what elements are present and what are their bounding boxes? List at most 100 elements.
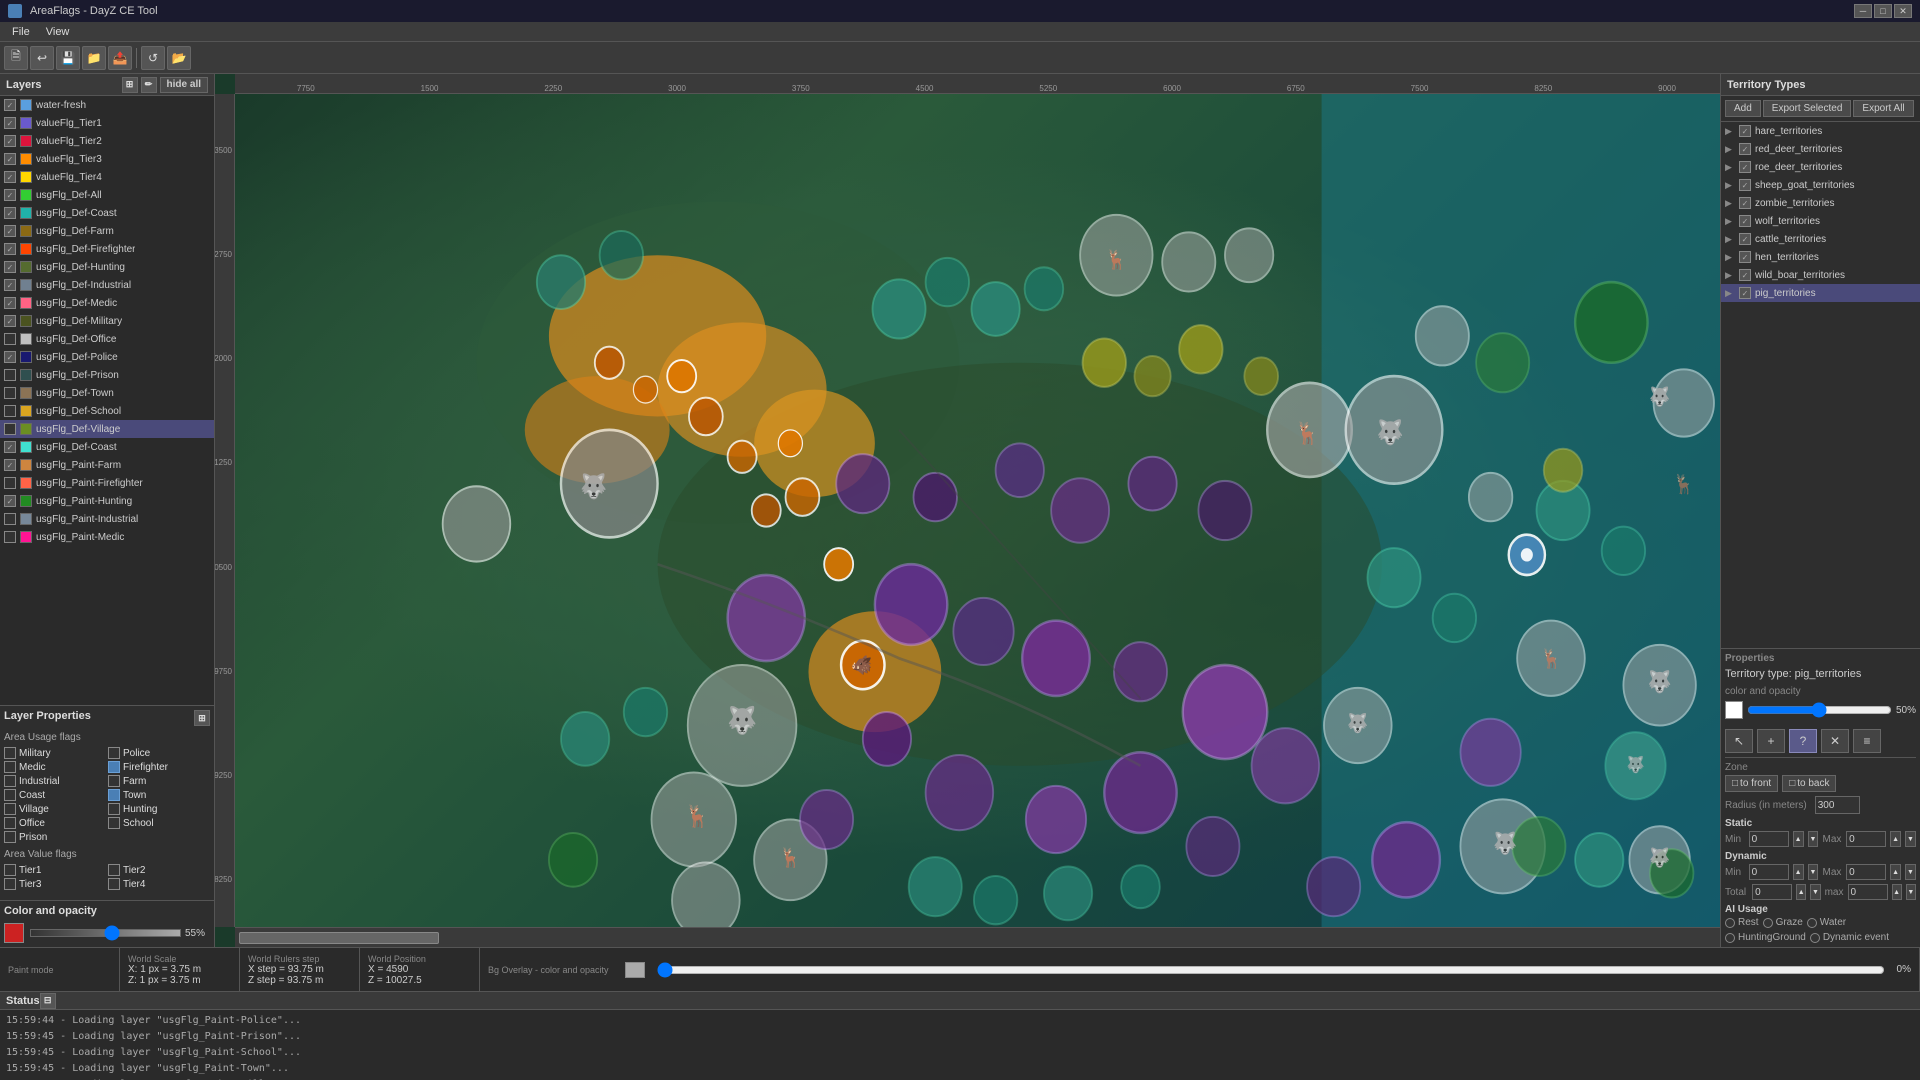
- minimize-button[interactable]: ─: [1854, 4, 1872, 18]
- territory-list-item[interactable]: ▶ wild_boar_territories: [1721, 266, 1920, 284]
- layer-item[interactable]: usgFlg_Paint-Firefighter: [0, 474, 214, 492]
- ai-hunting-radio[interactable]: [1725, 933, 1735, 943]
- flag-checkbox[interactable]: [4, 747, 16, 759]
- layer-item[interactable]: usgFlg_Paint-Medic: [0, 528, 214, 546]
- layer-item[interactable]: valueFlg_Tier3: [0, 150, 214, 168]
- menu-file[interactable]: File: [4, 24, 38, 40]
- layer-checkbox[interactable]: [4, 315, 16, 327]
- close-button[interactable]: ✕: [1894, 4, 1912, 18]
- layer-props-expand[interactable]: ⊞: [194, 710, 210, 726]
- toolbar-save[interactable]: 💾: [56, 46, 80, 70]
- delete-zone-button[interactable]: ✕: [1821, 729, 1849, 753]
- territory-list-item[interactable]: ▶ sheep_goat_territories: [1721, 176, 1920, 194]
- add-zone-button[interactable]: +: [1757, 729, 1785, 753]
- territory-list-item[interactable]: ▶ pig_territories: [1721, 284, 1920, 302]
- layer-item[interactable]: water-fresh: [0, 96, 214, 114]
- flag-item[interactable]: School: [108, 817, 210, 829]
- ai-water-radio[interactable]: [1807, 918, 1817, 928]
- dynamic-min-down[interactable]: ▼: [1808, 864, 1819, 880]
- toolbar-new[interactable]: 🗎: [4, 46, 28, 70]
- layer-item[interactable]: usgFlg_Def-Village: [0, 420, 214, 438]
- ai-dynamic-radio[interactable]: [1810, 933, 1820, 943]
- layer-item[interactable]: usgFlg_Paint-Hunting: [0, 492, 214, 510]
- layer-item[interactable]: valueFlg_Tier2: [0, 132, 214, 150]
- value-flag-item[interactable]: Tier4: [108, 878, 210, 890]
- layer-checkbox[interactable]: [4, 189, 16, 201]
- export-all-button[interactable]: Export All: [1853, 100, 1913, 117]
- flag-checkbox[interactable]: [108, 817, 120, 829]
- layer-checkbox[interactable]: [4, 153, 16, 165]
- ai-water-option[interactable]: Water: [1807, 917, 1846, 928]
- map-container[interactable]: 7750150022503000375045005250600067507500…: [215, 74, 1720, 947]
- layer-checkbox[interactable]: [4, 405, 16, 417]
- layer-checkbox[interactable]: [4, 459, 16, 471]
- static-min-down[interactable]: ▼: [1808, 831, 1819, 847]
- bg-opacity-slider[interactable]: [657, 962, 1885, 978]
- layer-checkbox[interactable]: [4, 99, 16, 111]
- ai-dynamic-option[interactable]: Dynamic event: [1810, 932, 1889, 943]
- status-expand[interactable]: ⊟: [40, 993, 56, 1009]
- layer-checkbox[interactable]: [4, 171, 16, 183]
- flag-item[interactable]: Industrial: [4, 775, 106, 787]
- static-min-up[interactable]: ▲: [1793, 831, 1804, 847]
- layer-checkbox[interactable]: [4, 333, 16, 345]
- territory-color-box[interactable]: [1725, 701, 1743, 719]
- color-swatch[interactable]: [4, 923, 24, 943]
- flag-item[interactable]: Prison: [4, 831, 106, 843]
- export-selected-button[interactable]: Export Selected: [1763, 100, 1852, 117]
- total-max-up[interactable]: ▲: [1892, 884, 1902, 900]
- layer-checkbox[interactable]: [4, 531, 16, 543]
- value-flag-checkbox[interactable]: [4, 864, 16, 876]
- territory-check[interactable]: [1739, 269, 1751, 281]
- menu-view[interactable]: View: [38, 24, 78, 40]
- toolbar-undo[interactable]: ↩: [30, 46, 54, 70]
- total-min-down[interactable]: ▼: [1810, 884, 1820, 900]
- dynamic-min-up[interactable]: ▲: [1793, 864, 1804, 880]
- layer-item[interactable]: usgFlg_Def-Farm: [0, 222, 214, 240]
- territory-list-item[interactable]: ▶ hen_territories: [1721, 248, 1920, 266]
- layer-checkbox[interactable]: [4, 225, 16, 237]
- layer-checkbox[interactable]: [4, 279, 16, 291]
- static-min-input[interactable]: [1749, 831, 1789, 847]
- territory-list-item[interactable]: ▶ red_deer_territories: [1721, 140, 1920, 158]
- value-flag-item[interactable]: Tier3: [4, 878, 106, 890]
- layer-item[interactable]: usgFlg_Def-Firefighter: [0, 240, 214, 258]
- territory-check[interactable]: [1739, 251, 1751, 263]
- flag-checkbox[interactable]: [4, 761, 16, 773]
- flag-item[interactable]: Coast: [4, 789, 106, 801]
- list-button[interactable]: ≡: [1853, 729, 1881, 753]
- flag-checkbox[interactable]: [108, 775, 120, 787]
- layer-item[interactable]: valueFlg_Tier4: [0, 168, 214, 186]
- flag-checkbox[interactable]: [108, 803, 120, 815]
- territory-opacity-slider[interactable]: [1747, 706, 1892, 714]
- flag-item[interactable]: Farm: [108, 775, 210, 787]
- flag-item[interactable]: Village: [4, 803, 106, 815]
- territory-list-item[interactable]: ▶ roe_deer_territories: [1721, 158, 1920, 176]
- flag-checkbox[interactable]: [4, 775, 16, 787]
- territory-list-item[interactable]: ▶ wolf_territories: [1721, 212, 1920, 230]
- territory-list-item[interactable]: ▶ hare_territories: [1721, 122, 1920, 140]
- map-background[interactable]: 🐺 🦌 🐺 🐺 🐺 🐺 🐺 🦌 🐺 🦌 🦌 🐺 🐗 🦌 🐺 🦌: [235, 94, 1720, 927]
- static-max-down[interactable]: ▼: [1905, 831, 1916, 847]
- ai-hunting-option[interactable]: HuntingGround: [1725, 932, 1806, 943]
- flag-item[interactable]: Hunting: [108, 803, 210, 815]
- toolbar-save-as[interactable]: 📁: [82, 46, 106, 70]
- value-flag-checkbox[interactable]: [108, 878, 120, 890]
- flag-checkbox[interactable]: [108, 761, 120, 773]
- flag-checkbox[interactable]: [4, 789, 16, 801]
- territory-check[interactable]: [1739, 143, 1751, 155]
- restore-button[interactable]: □: [1874, 4, 1892, 18]
- add-territory-button[interactable]: Add: [1725, 100, 1761, 117]
- toolbar-open-folder[interactable]: 📂: [167, 46, 191, 70]
- ai-rest-option[interactable]: Rest: [1725, 917, 1759, 928]
- flag-item[interactable]: Medic: [4, 761, 106, 773]
- map-scrollbar-h[interactable]: [235, 927, 1720, 947]
- territory-list-item[interactable]: ▶ cattle_territories: [1721, 230, 1920, 248]
- dynamic-max-up[interactable]: ▲: [1890, 864, 1901, 880]
- layer-checkbox[interactable]: [4, 495, 16, 507]
- layer-item[interactable]: usgFlg_Def-Coast: [0, 438, 214, 456]
- layer-item[interactable]: usgFlg_Def-All: [0, 186, 214, 204]
- layer-checkbox[interactable]: [4, 351, 16, 363]
- layer-checkbox[interactable]: [4, 135, 16, 147]
- layer-checkbox[interactable]: [4, 513, 16, 525]
